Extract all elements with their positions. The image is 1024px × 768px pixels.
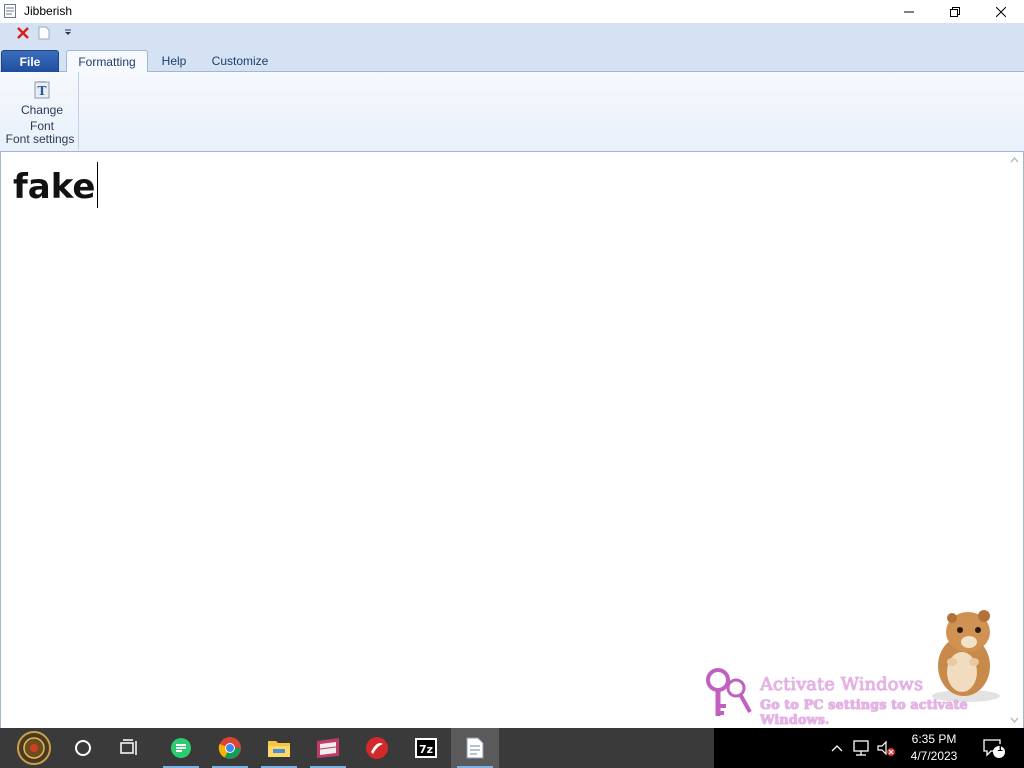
notification-count-badge: 1 (997, 743, 1003, 754)
network-icon[interactable] (852, 738, 872, 758)
start-icon[interactable] (10, 728, 58, 768)
group-label-font-settings: Font settings (5, 132, 75, 146)
file-explorer-icon[interactable] (255, 728, 303, 768)
svg-text:T: T (38, 84, 47, 98)
change-font-button[interactable]: T Change Font (10, 76, 74, 133)
minimize-button[interactable] (886, 0, 932, 23)
show-hidden-icons-chevron-icon[interactable] (830, 738, 844, 758)
activate-windows-subtitle: Go to PC settings to activate Windows. (760, 698, 968, 728)
chrome-icon[interactable] (206, 728, 254, 768)
cortana-search-icon[interactable] (59, 728, 107, 768)
tab-file[interactable]: File (1, 50, 59, 72)
ribbon-tab-strip: File Formatting Help Customize (0, 43, 1024, 73)
app-icon[interactable] (4, 4, 16, 18)
volume-muted-icon[interactable] (876, 738, 896, 758)
red-app-icon[interactable] (353, 728, 401, 768)
ribbon-panel: T Change Font Font settings (0, 72, 1024, 152)
customize-dropdown-icon[interactable] (60, 25, 76, 41)
clock-time: 6:35 PM (911, 732, 957, 746)
editor-text: fake (13, 167, 96, 207)
new-document-icon[interactable] (36, 25, 52, 41)
restore-button[interactable] (932, 0, 978, 23)
notes-app-icon[interactable] (157, 728, 205, 768)
title-bar: Jibberish (0, 0, 1024, 23)
text-caret (96, 162, 98, 208)
close-red-x-icon[interactable] (15, 25, 31, 41)
media-app-icon[interactable] (304, 728, 352, 768)
tab-formatting[interactable]: Formatting (66, 50, 148, 73)
font-settings-group: T Change Font Font settings (2, 72, 79, 150)
change-font-icon: T (32, 80, 52, 100)
tab-customize[interactable]: Customize (204, 50, 276, 72)
scroll-up-arrow-icon[interactable] (1006, 152, 1023, 168)
key-icon (704, 666, 754, 723)
activate-windows-title: Activate Windows (760, 674, 924, 695)
editor-area[interactable]: fake (0, 152, 1024, 728)
close-icon (996, 6, 1006, 17)
quick-access-toolbar (0, 23, 1024, 43)
activate-windows-watermark: Activate Windows Go to PC settings to ac… (704, 664, 1024, 728)
taskbar-clock[interactable]: 6:35 PM 4/7/2023 (898, 731, 970, 765)
task-view-icon[interactable] (106, 728, 154, 768)
7zip-icon[interactable]: 7z (402, 728, 450, 768)
window-title: Jibberish (24, 4, 73, 18)
clock-date: 4/7/2023 (910, 749, 958, 763)
restore-icon (950, 6, 960, 17)
close-button[interactable] (978, 0, 1024, 23)
change-font-label-1: Change (20, 103, 64, 117)
jibberish-app-icon[interactable] (451, 728, 499, 768)
action-center-icon[interactable]: 1 (982, 738, 1006, 758)
editor-content[interactable]: fake (13, 162, 98, 208)
svg-text:7z: 7z (419, 743, 433, 756)
minimize-icon (904, 11, 914, 12)
tab-help[interactable]: Help (152, 50, 196, 72)
taskbar: 7z 6:35 PM 4/7/2023 1 (0, 728, 1024, 768)
